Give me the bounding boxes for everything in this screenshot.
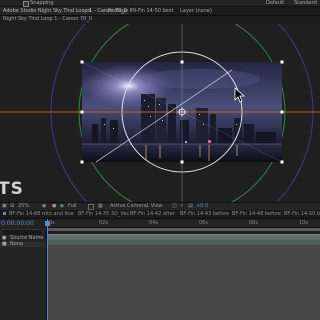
layer-row[interactable]: ■ None [0, 242, 46, 247]
layer-list: 0:00:00:00 ● Source Name ■ None [0, 219, 47, 320]
snapping-label: Snapping [30, 0, 54, 6]
ruler-tick: 08s [249, 220, 258, 226]
ruler-tick: 10s [299, 220, 308, 226]
tab-timeline-5[interactable]: BF-Fin 14-50 best [284, 210, 320, 218]
resolution-dropdown[interactable]: Full [68, 203, 77, 210]
watermark-text: TS [0, 179, 24, 199]
timeline-panel: 0:00:00:00 ● Source Name ■ None 0s 02s 0… [0, 219, 320, 320]
ruler-tick: 02s [99, 220, 108, 226]
pixel-aspect-icon[interactable]: ◫ [172, 203, 177, 210]
tab-timeline-0[interactable]: BF-Fin 14-88 roto and line [9, 210, 74, 218]
camera-dropdown[interactable]: Active Camera [110, 203, 147, 210]
exposure-value[interactable]: +0.0 [196, 203, 208, 210]
transparency-icon[interactable]: ◆ [60, 203, 64, 210]
camera-snapshot-icon[interactable]: ◉ [42, 203, 46, 210]
viewer-controls-bar: ▣ ⊞ 25% ◉ ● ◆ Full ▦ Active Camera 1 Vie… [0, 202, 320, 210]
zoom-dropdown[interactable]: 25% [18, 203, 29, 210]
workspace-standard-tab[interactable]: Standard [294, 0, 317, 6]
tab-layer[interactable]: Layer (none) [180, 7, 212, 15]
color-channel-icon[interactable]: ● [52, 203, 56, 210]
layer-color-icon: ■ [2, 241, 7, 247]
composition-viewer[interactable]: TS [0, 24, 320, 202]
ruler-tick: 06s [199, 220, 208, 226]
tab-timeline-3[interactable]: BF-Fin 14-43 before [180, 210, 229, 218]
composition-breadcrumb[interactable]: Night Sky Tind Loop 1 - Canon 70_0 [0, 16, 96, 23]
view-layout-dropdown[interactable]: 1 View [146, 203, 163, 210]
checkerboard-icon[interactable]: ▦ [98, 203, 103, 210]
work-area-bar[interactable] [47, 228, 320, 231]
3d-renderer-icon[interactable]: ▤ [188, 203, 193, 210]
playhead-handle[interactable] [45, 221, 50, 226]
top-toolbar: Snapping Default Standard [0, 0, 320, 7]
time-ruler[interactable]: 0s 02s 04s 06s 08s 10s [47, 219, 320, 228]
ruler-tick: 04s [149, 220, 158, 226]
tab-timeline-2[interactable]: BF-Fin 14-42 after [130, 210, 175, 218]
viewer-canvas[interactable] [0, 24, 320, 202]
playhead-line[interactable] [47, 219, 48, 320]
tab-timeline-1[interactable]: BF-Fin 14-35 3D_Vec [78, 210, 129, 218]
grid-icon[interactable]: ⊞ [10, 203, 14, 210]
always-preview-icon[interactable]: ▣ [2, 203, 7, 210]
tab-timeline-4[interactable]: BF-Fin 14-48 before [232, 210, 281, 218]
tab-footage[interactable]: Footage 89-Fin 14-50 best [108, 7, 173, 15]
current-timecode[interactable]: 0:00:00:00 [1, 220, 34, 227]
tab-menu-icon[interactable]: ≡ [87, 7, 91, 15]
viewer-tab-bar: Adobe Studio Night Sky Tind Loop 1 - Can… [0, 7, 320, 16]
fast-preview-icon[interactable]: ⚡ [180, 203, 184, 210]
workspace-default-tab[interactable]: Default [266, 0, 284, 6]
timeline-tab-bar: BF-Fin 14-88 roto and line BF-Fin 14-35 … [0, 210, 320, 219]
timeline-track-area[interactable] [47, 245, 320, 320]
tab-marker-icon [3, 212, 6, 215]
layer-name: None [10, 241, 24, 247]
